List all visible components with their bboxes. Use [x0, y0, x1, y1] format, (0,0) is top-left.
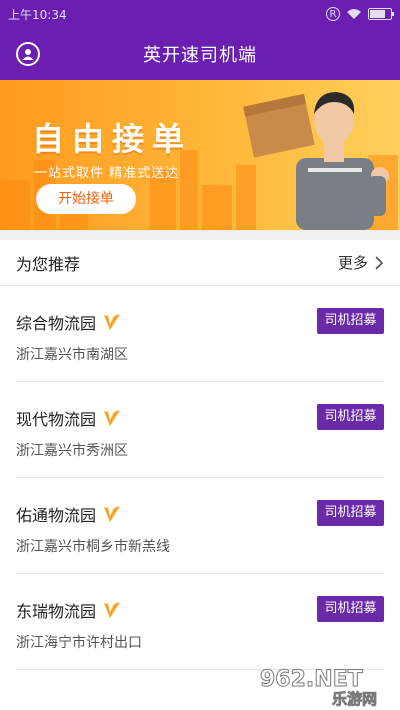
wifi-icon [347, 9, 361, 19]
more-label: 更多 [337, 254, 368, 272]
section-divider [0, 230, 400, 240]
battery-fill [370, 10, 386, 18]
list-item[interactable]: 综合物流园 浙江嘉兴市南湖区 司机招募 [16, 286, 384, 382]
driver-recruit-button[interactable]: 司机招募 [317, 500, 384, 526]
item-name-row: 东瑞物流园 [16, 598, 122, 622]
status-bar: 上午10:34 R [0, 0, 400, 28]
item-name-row: 佑通物流园 [16, 502, 122, 526]
list-item[interactable]: 东瑞物流园 浙江海宁市许村出口 司机招募 [16, 574, 384, 670]
item-name-row: 现代物流园 [16, 406, 122, 430]
watermark-sub: 乐游网 [332, 690, 377, 708]
recommend-header: 为您推荐 更多 [0, 240, 400, 286]
courier-illustration [243, 92, 389, 230]
item-address: 浙江嘉兴市秀洲区 [16, 443, 128, 459]
item-address: 浙江嘉兴市桐乡市新羔线 [16, 539, 170, 555]
item-name-row: 综合物流园 [16, 310, 122, 334]
status-icons: R [326, 7, 394, 21]
verified-v-icon [104, 410, 121, 426]
driver-recruit-button[interactable]: 司机招募 [317, 404, 384, 430]
item-address: 浙江嘉兴市南湖区 [16, 347, 128, 363]
more-button[interactable]: 更多 [338, 252, 384, 273]
item-name: 现代物流园 [16, 410, 97, 429]
item-name: 佑通物流园 [16, 506, 97, 525]
verified-v-icon [104, 506, 121, 522]
app-header: 英开速司机端 [0, 28, 400, 80]
start-order-button[interactable]: 开始接单 [36, 184, 136, 214]
item-name: 综合物流园 [16, 314, 97, 333]
registered-icon: R [326, 7, 340, 21]
driver-recruit-button[interactable]: 司机招募 [317, 596, 384, 622]
verified-v-icon [104, 314, 121, 330]
chevron-right-icon [375, 255, 384, 270]
page-title: 英开速司机端 [143, 45, 257, 66]
list-item[interactable]: 佑通物流园 浙江嘉兴市桐乡市新羔线 司机招募 [16, 478, 384, 574]
status-time: 上午10:34 [8, 7, 67, 22]
verified-v-icon [104, 602, 121, 618]
watermark-brand: 962.NET [260, 667, 363, 692]
battery-icon [368, 8, 394, 20]
item-name: 东瑞物流园 [16, 602, 97, 621]
list-item[interactable]: 现代物流园 浙江嘉兴市秀洲区 司机招募 [16, 382, 384, 478]
recommend-title: 为您推荐 [16, 254, 81, 274]
user-icon [22, 49, 34, 60]
promo-banner[interactable]: 自由接单 一站式取件 精准式送达 开始接单 [0, 80, 400, 230]
profile-button[interactable] [16, 42, 40, 66]
site-watermark-logo: 962.NET 乐游网 [260, 667, 378, 709]
banner-subtitle: 一站式取件 精准式送达 [34, 166, 180, 181]
driver-recruit-button[interactable]: 司机招募 [317, 308, 384, 334]
banner-title: 自由接单 [32, 120, 193, 158]
item-address: 浙江海宁市许村出口 [16, 635, 142, 651]
